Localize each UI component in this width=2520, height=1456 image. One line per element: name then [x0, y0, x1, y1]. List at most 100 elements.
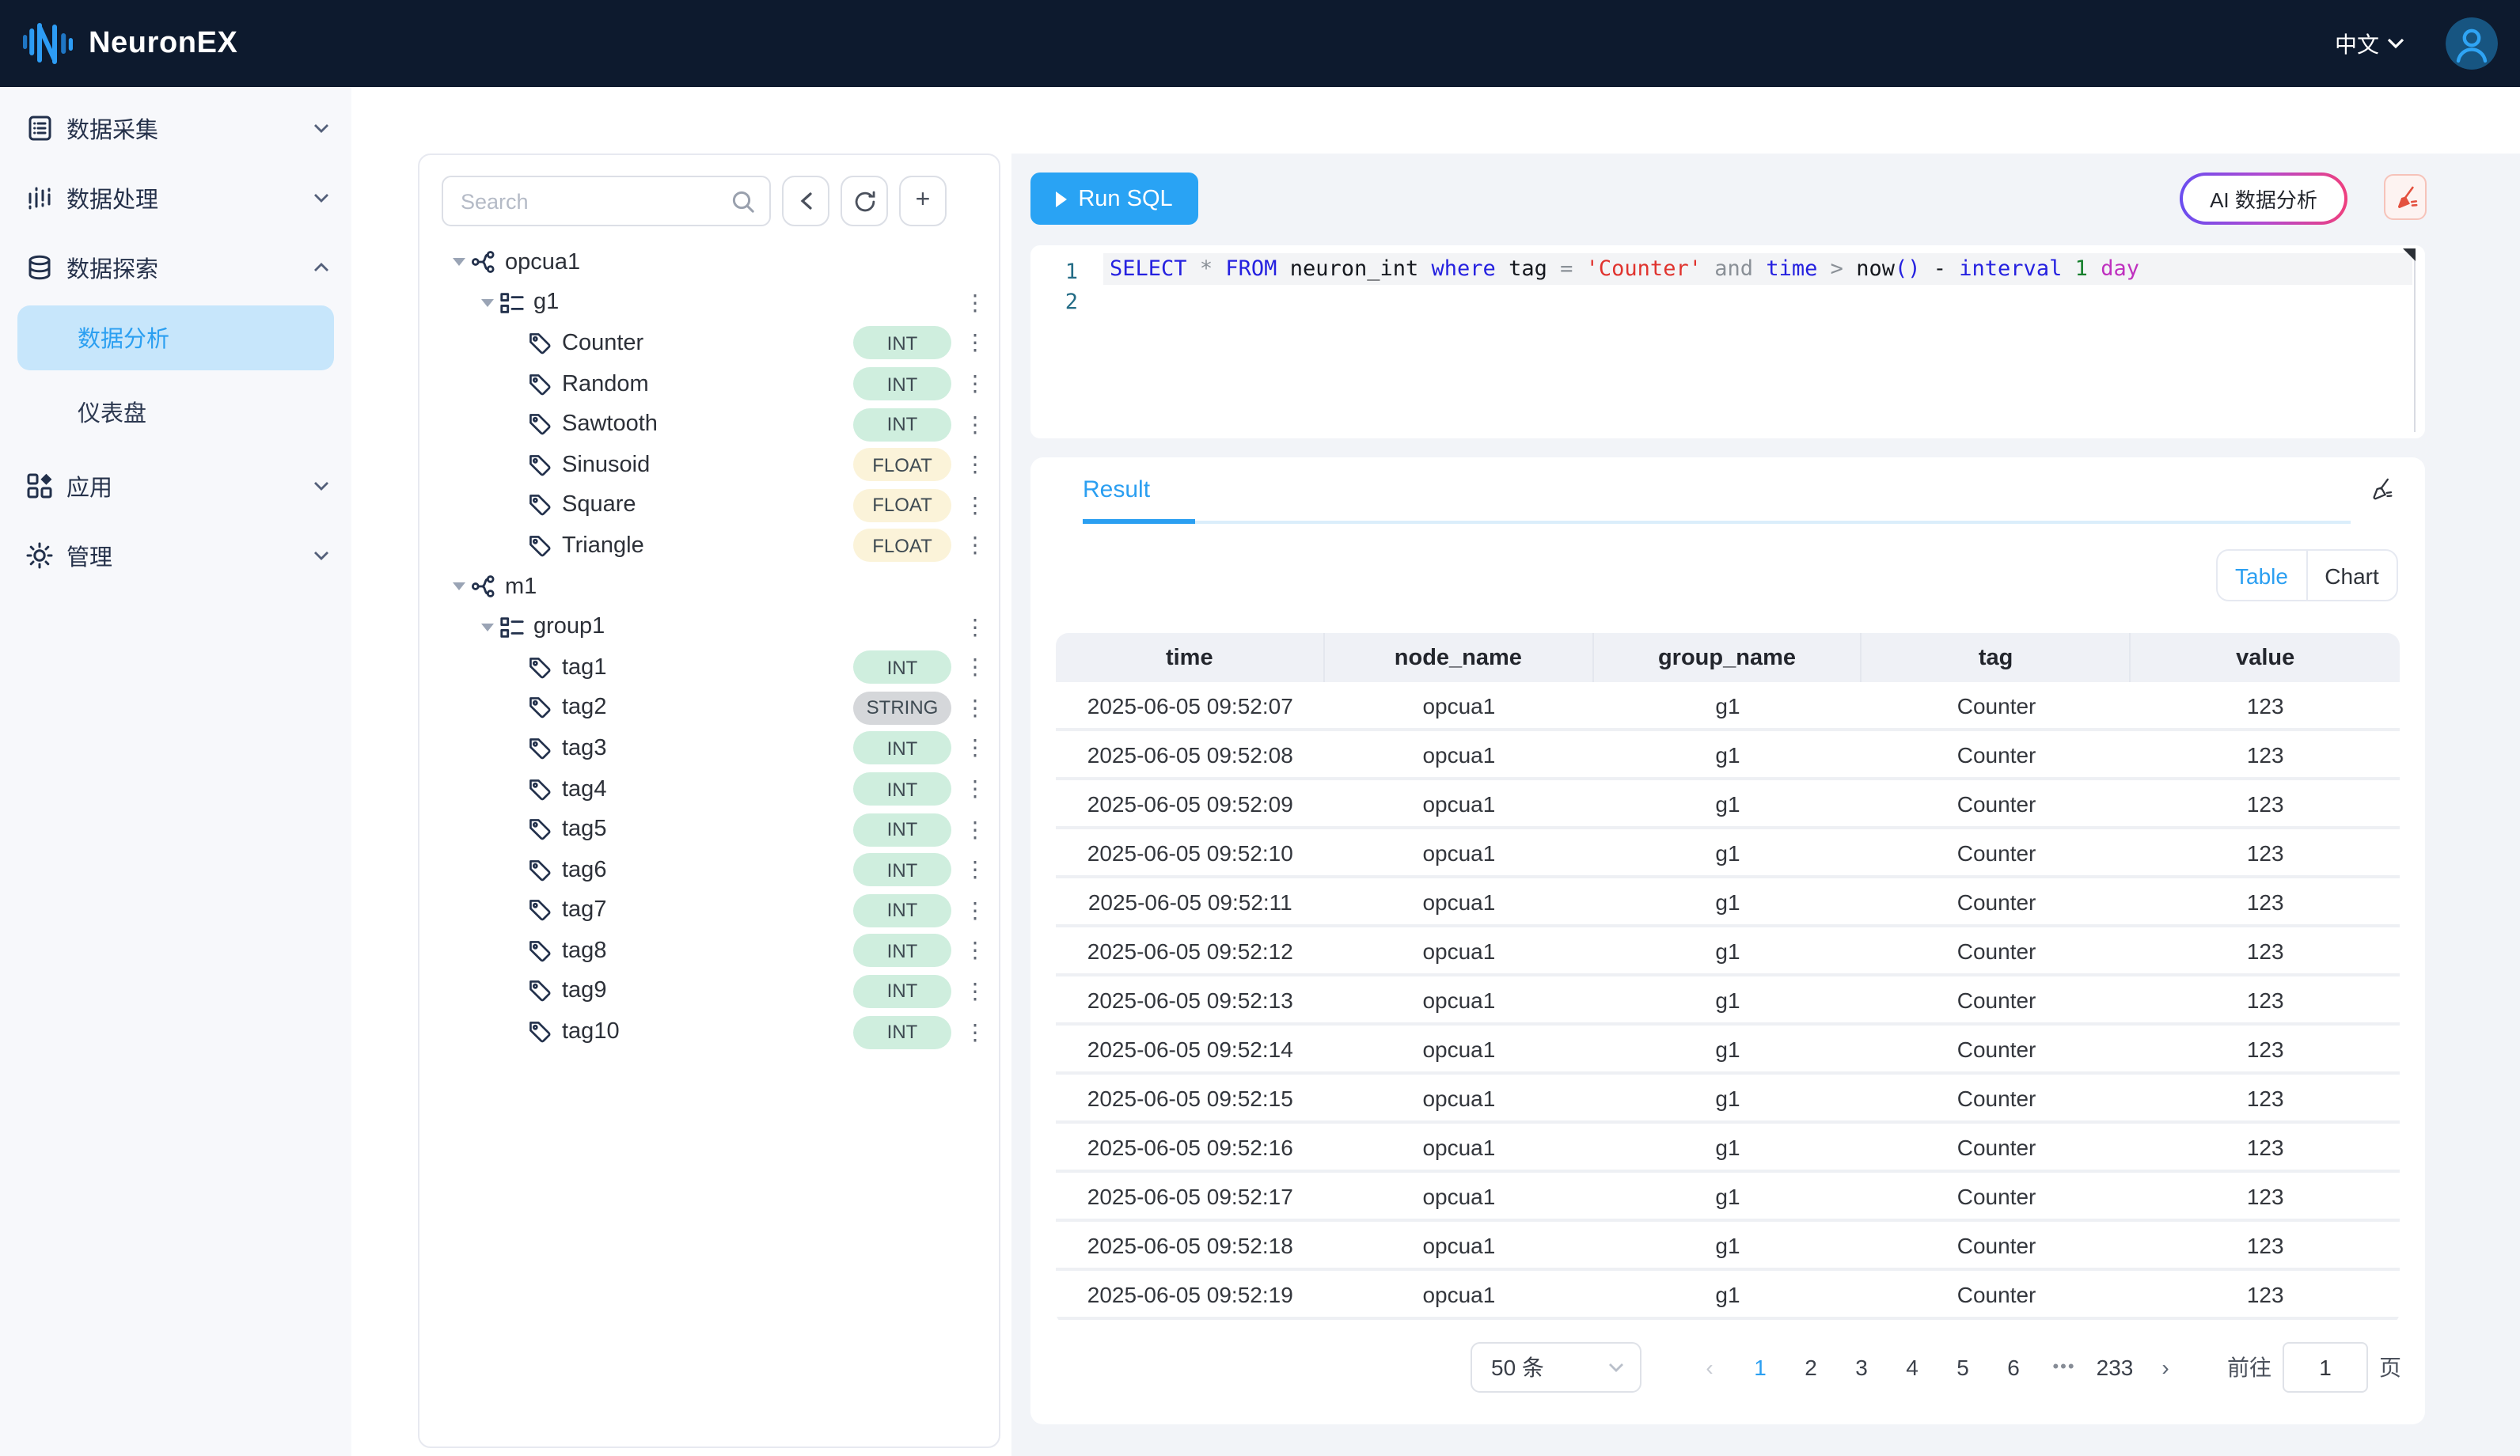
tree-row[interactable]: g1⋮ — [419, 282, 999, 323]
more-menu-icon[interactable]: ⋮ — [964, 411, 986, 438]
tree-row[interactable]: tag4INT⋮ — [419, 768, 999, 809]
more-menu-icon[interactable]: ⋮ — [964, 290, 986, 317]
sidebar-item-data-process[interactable]: 数据处理 — [0, 169, 351, 226]
tree-row[interactable]: tag10INT⋮ — [419, 1012, 999, 1052]
run-sql-button[interactable]: Run SQL — [1030, 173, 1198, 225]
collapse-panel-button[interactable] — [782, 176, 829, 226]
table-cell: 2025-06-05 09:52:10 — [1056, 829, 1325, 875]
table-cell: g1 — [1593, 731, 1862, 777]
tree-node-label: Counter — [562, 331, 853, 356]
type-badge: STRING — [853, 692, 951, 725]
tree-row[interactable]: SquareFLOAT⋮ — [419, 485, 999, 525]
language-switcher[interactable]: 中文 — [2335, 28, 2404, 59]
tree-row[interactable]: CounterINT ⋮ — [419, 323, 999, 363]
tree-row[interactable]: tag1INT⋮ — [419, 647, 999, 688]
pager-page-233[interactable]: 233 — [2089, 1355, 2140, 1380]
sidebar-item-dashboard[interactable]: 仪表盘 — [17, 380, 334, 445]
sidebar-item-label: 管理 — [66, 539, 313, 572]
sql-code-line: SELECT * FROM neuron_int where tag = 'Co… — [1110, 253, 2139, 285]
sidebar-item-admin[interactable]: 管理 — [0, 527, 351, 584]
pager-more[interactable]: ••• — [2039, 1358, 2089, 1377]
caret-down-icon[interactable] — [448, 582, 470, 590]
more-menu-icon[interactable]: ⋮ — [964, 452, 986, 479]
table-cell: 123 — [2131, 682, 2400, 728]
more-menu-icon[interactable]: ⋮ — [964, 492, 986, 519]
sidebar-subitem-label: 数据分析 — [78, 321, 169, 355]
more-menu-icon[interactable]: ⋮ — [964, 938, 986, 965]
tag-icon — [527, 533, 552, 559]
chevron-down-icon — [1608, 1363, 1624, 1372]
more-menu-icon[interactable]: ⋮ — [964, 816, 986, 843]
table-cell: Counter — [1862, 878, 2131, 924]
clear-result-button[interactable] — [2370, 476, 2393, 510]
more-menu-icon[interactable]: ⋮ — [964, 695, 986, 722]
pager-page-3[interactable]: 3 — [1836, 1355, 1887, 1380]
more-menu-icon[interactable]: ⋮ — [964, 735, 986, 762]
tree-row[interactable]: opcua1 — [419, 242, 999, 282]
tab-result[interactable]: Result — [1083, 476, 1150, 503]
tree-row[interactable]: tag3INT⋮ — [419, 728, 999, 768]
editor-scrollbar[interactable] — [2414, 248, 2416, 432]
chevron-down-icon — [313, 551, 329, 560]
table-cell: Counter — [1862, 1026, 2131, 1071]
tree-row[interactable]: SawtoothINT⋮ — [419, 404, 999, 445]
tag-icon — [527, 453, 552, 478]
view-toggle-table[interactable]: Table — [2218, 551, 2307, 600]
sidebar-item-data-explore[interactable]: 数据探索 — [0, 239, 351, 296]
table-cell: 123 — [2131, 976, 2400, 1022]
table-row: 2025-06-05 09:52:16opcua1g1Counter123 — [1056, 1124, 2400, 1173]
tree-row[interactable]: tag8INT⋮ — [419, 931, 999, 971]
table-cell: Counter — [1862, 1124, 2131, 1170]
tree-row[interactable]: RandomINT⋮ — [419, 364, 999, 404]
tree-row[interactable]: group1⋮ — [419, 607, 999, 647]
pager-prev-button[interactable]: ‹ — [1684, 1355, 1735, 1380]
tree-row[interactable]: SinusoidFLOAT⋮ — [419, 445, 999, 485]
more-menu-icon[interactable]: ⋮ — [964, 613, 986, 640]
more-menu-icon[interactable]: ⋮ — [964, 370, 986, 397]
add-button[interactable]: + — [899, 176, 947, 226]
more-menu-icon[interactable]: ⋮ — [964, 654, 986, 681]
ai-analysis-button[interactable]: AI 数据分析 — [2180, 173, 2347, 225]
pager-page-4[interactable]: 4 — [1887, 1355, 1937, 1380]
tree-row[interactable]: tag6INT⋮ — [419, 850, 999, 890]
more-menu-icon[interactable]: ⋮ — [964, 978, 986, 1005]
pager-next-button[interactable]: › — [2140, 1355, 2191, 1380]
caret-down-icon[interactable] — [448, 259, 470, 267]
more-menu-icon[interactable]: ⋮ — [964, 533, 986, 559]
tag-icon — [527, 857, 552, 882]
page-size-select[interactable]: 50 条 — [1471, 1342, 1641, 1393]
refresh-button[interactable] — [841, 176, 888, 226]
user-avatar[interactable] — [2446, 17, 2498, 70]
sidebar-item-apps[interactable]: 应用 — [0, 457, 351, 514]
table-row: 2025-06-05 09:52:08opcua1g1Counter123 — [1056, 731, 2400, 780]
sql-editor[interactable]: 1SELECT * FROM neuron_int where tag = 'C… — [1030, 245, 2425, 438]
more-menu-icon[interactable]: ⋮ — [964, 775, 986, 802]
sidebar-item-data-collect[interactable]: 数据采集 — [0, 100, 351, 157]
tree-node-label: tag9 — [562, 979, 853, 1004]
tree-row[interactable]: tag2STRING⋮ — [419, 688, 999, 728]
pager-page-2[interactable]: 2 — [1786, 1355, 1836, 1380]
type-badge: INT — [853, 408, 951, 441]
tree-row[interactable]: m1 — [419, 567, 999, 607]
goto-page-input[interactable] — [2283, 1342, 2368, 1393]
caret-down-icon[interactable] — [476, 299, 499, 307]
more-menu-icon[interactable]: ⋮ — [964, 897, 986, 924]
search-input[interactable] — [443, 177, 769, 225]
more-menu-icon[interactable]: ⋮ — [964, 330, 986, 357]
tree-row[interactable]: tag9INT⋮ — [419, 971, 999, 1011]
sidebar-item-data-analysis[interactable]: 数据分析 — [17, 305, 334, 370]
view-toggle-chart[interactable]: Chart — [2307, 551, 2397, 600]
type-badge: INT — [853, 327, 951, 360]
more-menu-icon[interactable]: ⋮ — [964, 1018, 986, 1045]
pager-page-5[interactable]: 5 — [1937, 1355, 1988, 1380]
tree-row[interactable]: tag5INT⋮ — [419, 810, 999, 850]
clear-sql-button[interactable] — [2384, 174, 2427, 220]
table-cell: opcua1 — [1325, 682, 1594, 728]
pager-page-6[interactable]: 6 — [1988, 1355, 2039, 1380]
tree-row[interactable]: TriangleFLOAT⋮ — [419, 525, 999, 566]
tree-row[interactable]: tag7INT⋮ — [419, 890, 999, 931]
pager-page-1[interactable]: 1 — [1735, 1355, 1786, 1380]
more-menu-icon[interactable]: ⋮ — [964, 856, 986, 883]
group-icon — [499, 290, 526, 317]
caret-down-icon[interactable] — [476, 623, 499, 631]
